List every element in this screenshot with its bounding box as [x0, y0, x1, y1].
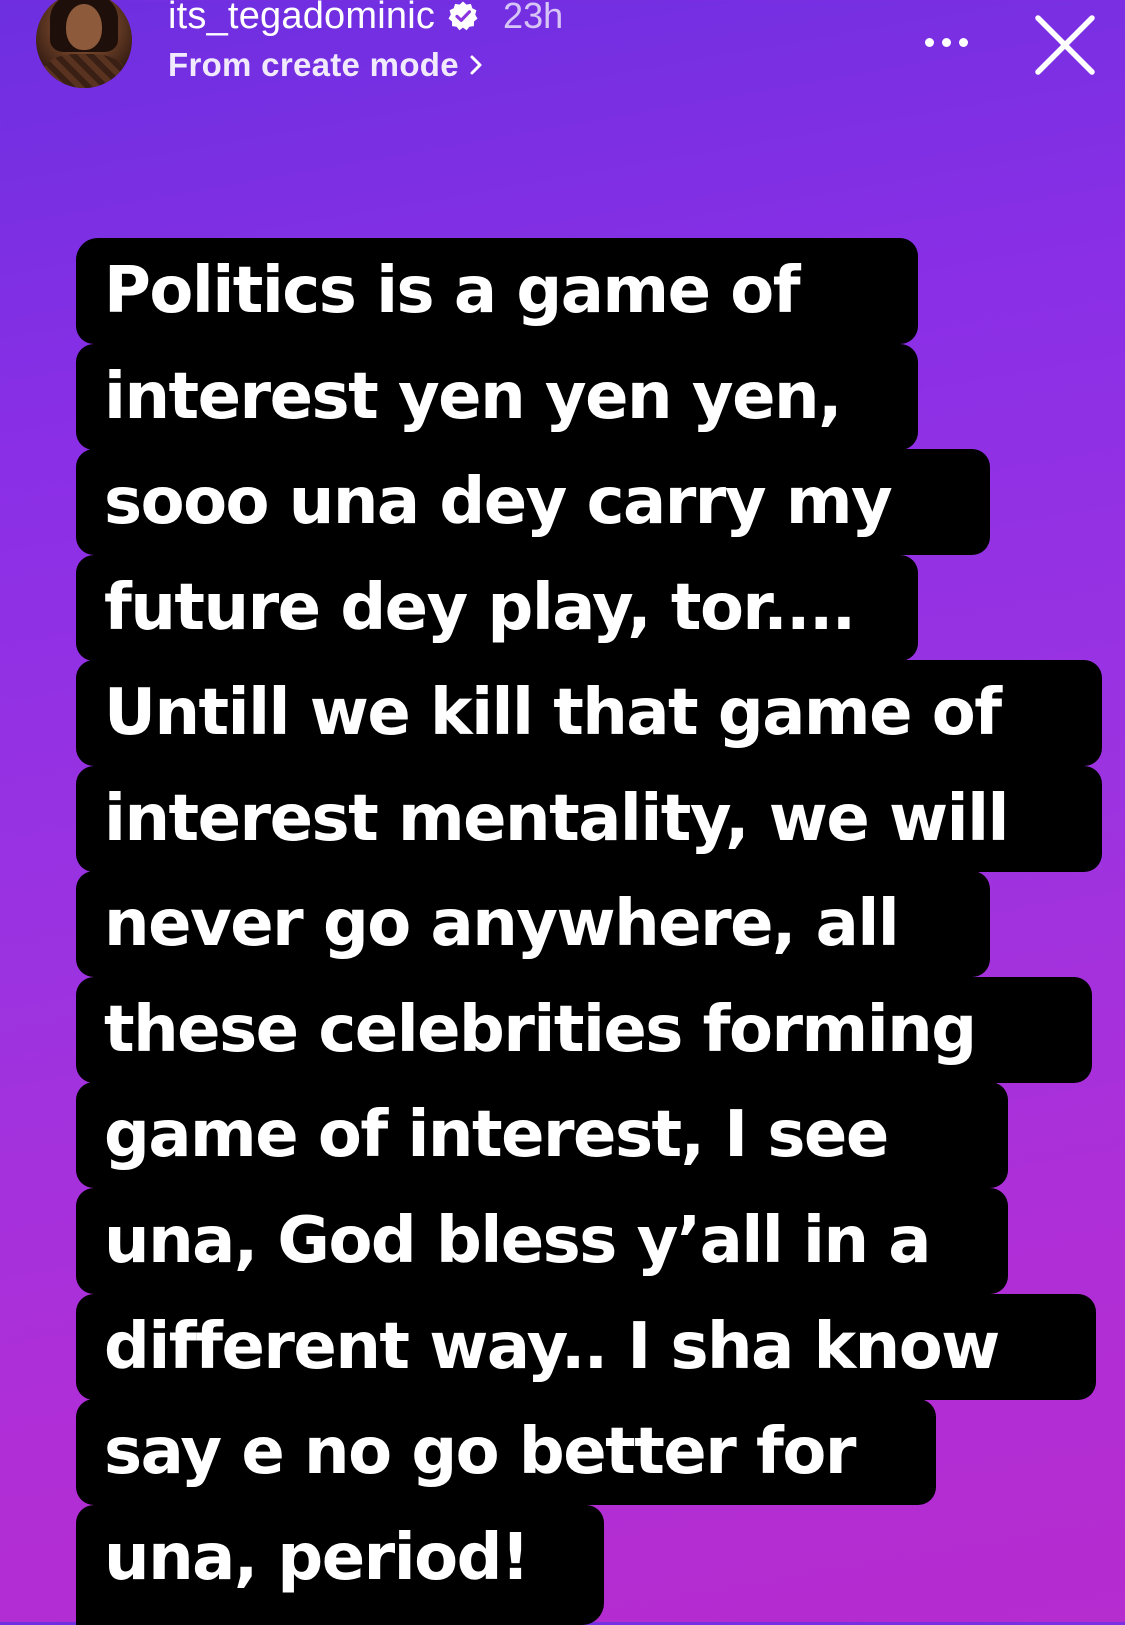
more-options-icon	[924, 37, 934, 47]
story-text-line: sooo una dey carry my	[76, 449, 990, 555]
story-text-line: Politics is a game of	[76, 238, 918, 344]
story-text-line: game of interest, I see	[76, 1082, 1008, 1188]
story-text-line: una, God bless y’all in a	[76, 1188, 1008, 1294]
story-text-line: future dey play, tor....	[76, 555, 918, 661]
story-header: its_tegadominic 23h From create mode	[0, 0, 1125, 100]
create-mode-label: From create mode	[168, 46, 459, 83]
story-text-line: interest mentality, we will	[76, 766, 1102, 872]
username-link[interactable]: its_tegadominic	[168, 0, 435, 38]
story-text-line: una, period!	[76, 1505, 604, 1625]
story-text-line: say e no go better for	[76, 1399, 936, 1505]
story-text-line: these celebrities forming	[76, 977, 1092, 1083]
verified-badge-icon	[447, 0, 479, 32]
avatar-outfit	[42, 54, 126, 88]
more-options-icon	[941, 37, 951, 47]
more-options-button[interactable]	[916, 22, 976, 62]
create-mode-link[interactable]: From create mode	[168, 44, 483, 86]
avatar[interactable]	[36, 0, 132, 88]
story-text-line: Untill we kill that game of	[76, 660, 1102, 766]
avatar-face	[66, 4, 102, 50]
chevron-right-icon	[469, 53, 483, 77]
story-text-line: different way.. I sha know	[76, 1294, 1096, 1400]
post-time: 23h	[503, 0, 564, 36]
more-options-icon	[958, 37, 968, 47]
story-text-line: interest yen yen yen,	[76, 344, 918, 450]
story-content: Politics is a game of interest yen yen y…	[0, 0, 1125, 1625]
story-text-line: never go anywhere, all	[76, 871, 990, 977]
username-row: its_tegadominic 23h	[168, 0, 563, 38]
close-button[interactable]	[1030, 10, 1100, 80]
close-icon	[1035, 15, 1095, 75]
